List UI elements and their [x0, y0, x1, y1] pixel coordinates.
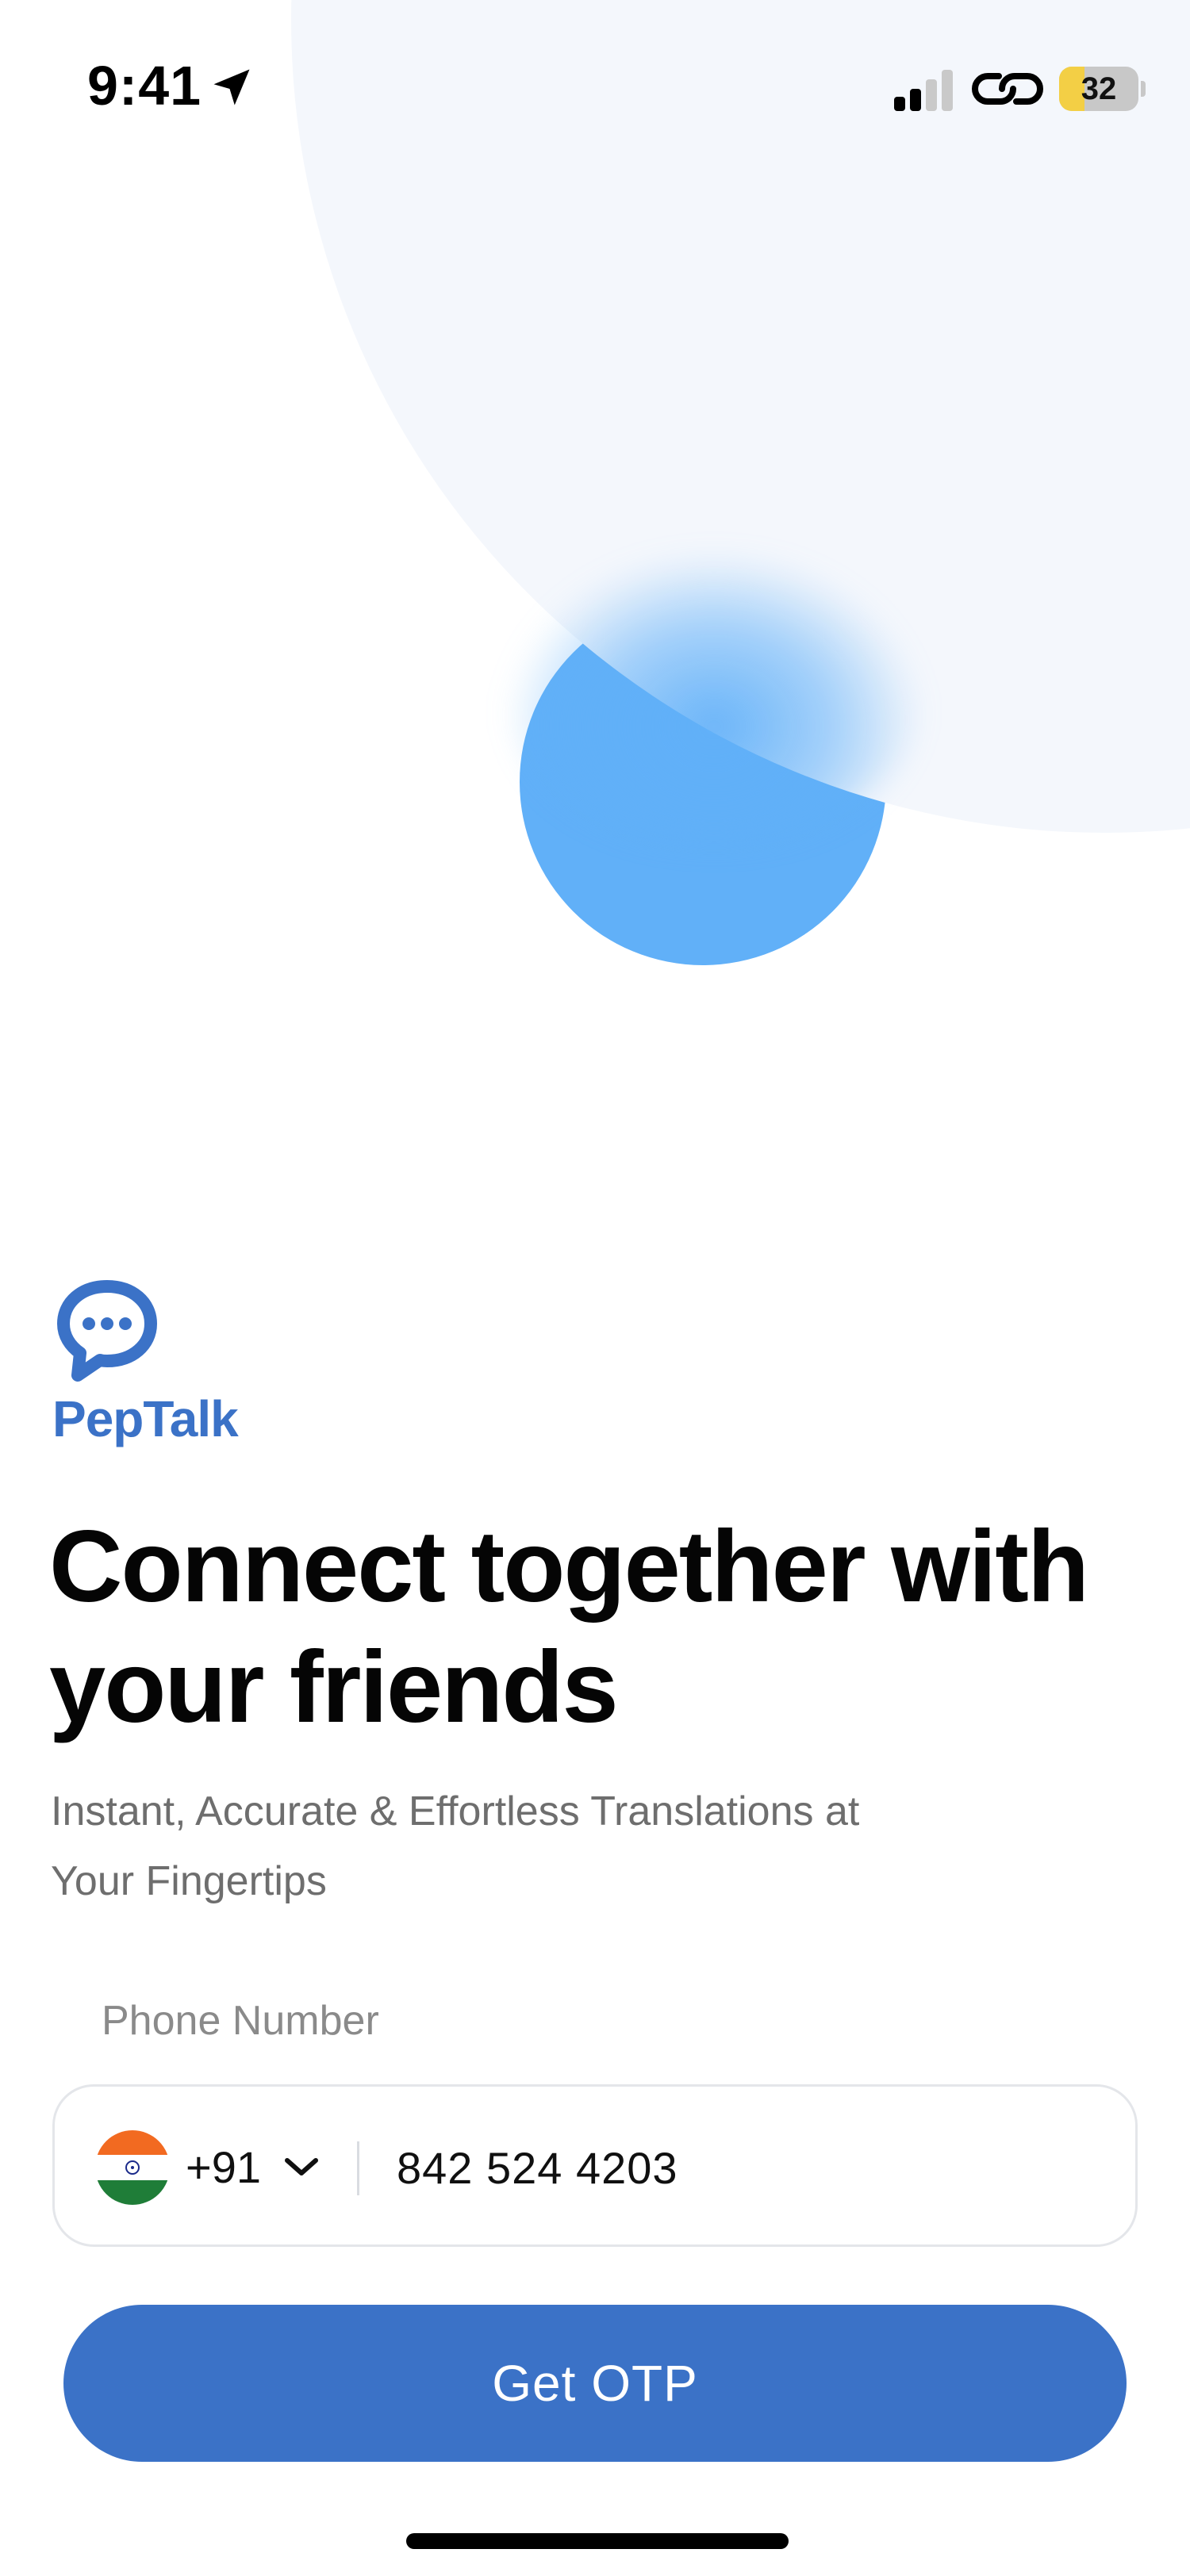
decorative-blue-glow — [508, 555, 920, 841]
brand-name: PepTalk — [52, 1390, 239, 1447]
phone-number-input[interactable] — [397, 2132, 1095, 2203]
india-flag-icon[interactable] — [95, 2130, 170, 2205]
battery-tip — [1141, 81, 1146, 97]
page-title: Connect together with your friends — [49, 1510, 1089, 1744]
get-otp-button[interactable]: Get OTP — [63, 2305, 1127, 2462]
status-bar: 9:41 32 — [0, 0, 1190, 174]
home-indicator — [406, 2533, 789, 2549]
status-time: 9:41 — [87, 55, 202, 117]
phone-number-label: Phone Number — [102, 1998, 379, 2044]
page-subtitle: Instant, Accurate & Effortless Translati… — [51, 1788, 860, 1904]
cellular-signal-icon — [894, 70, 953, 111]
chat-bubble-icon — [57, 1280, 157, 1382]
login-screen: 9:41 32 PepTalk Connect together with yo… — [0, 0, 1190, 2576]
country-dial-code[interactable]: +91 — [186, 2141, 261, 2193]
location-arrow-icon — [213, 69, 250, 105]
battery-icon: 32 — [1059, 67, 1138, 111]
chevron-down-icon[interactable] — [282, 2151, 321, 2183]
field-divider — [357, 2141, 359, 2195]
battery-level: 32 — [1081, 71, 1117, 106]
link-icon — [972, 73, 1043, 105]
